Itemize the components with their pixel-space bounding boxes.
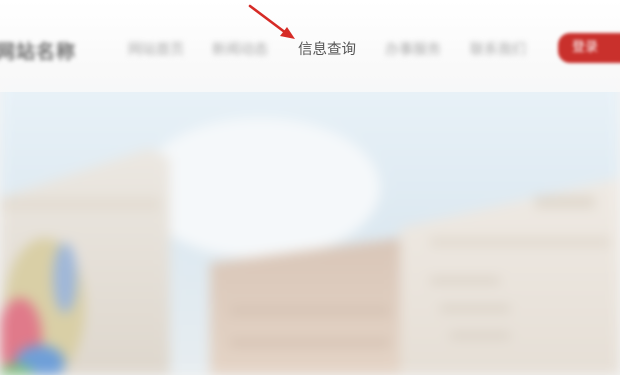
- nav-item-info-query[interactable]: 信息查询: [298, 38, 356, 62]
- nav-item-4[interactable]: 办事服务: [385, 38, 441, 62]
- login-button[interactable]: 登录: [558, 33, 620, 63]
- screen: 网站名称 网站首页 新闻动态 信息查询 办事服务 联系我们 登录: [0, 0, 620, 375]
- top-navigation-bar: 网站名称 网站首页 新闻动态 信息查询 办事服务 联系我们 登录: [0, 0, 620, 92]
- site-logo[interactable]: 网站名称: [0, 37, 96, 63]
- nav-item-2[interactable]: 新闻动态: [212, 38, 268, 62]
- nav-item-5[interactable]: 联系我们: [470, 38, 526, 62]
- nav-item-1[interactable]: 网站首页: [128, 38, 184, 62]
- hero-banner-image: [0, 78, 620, 375]
